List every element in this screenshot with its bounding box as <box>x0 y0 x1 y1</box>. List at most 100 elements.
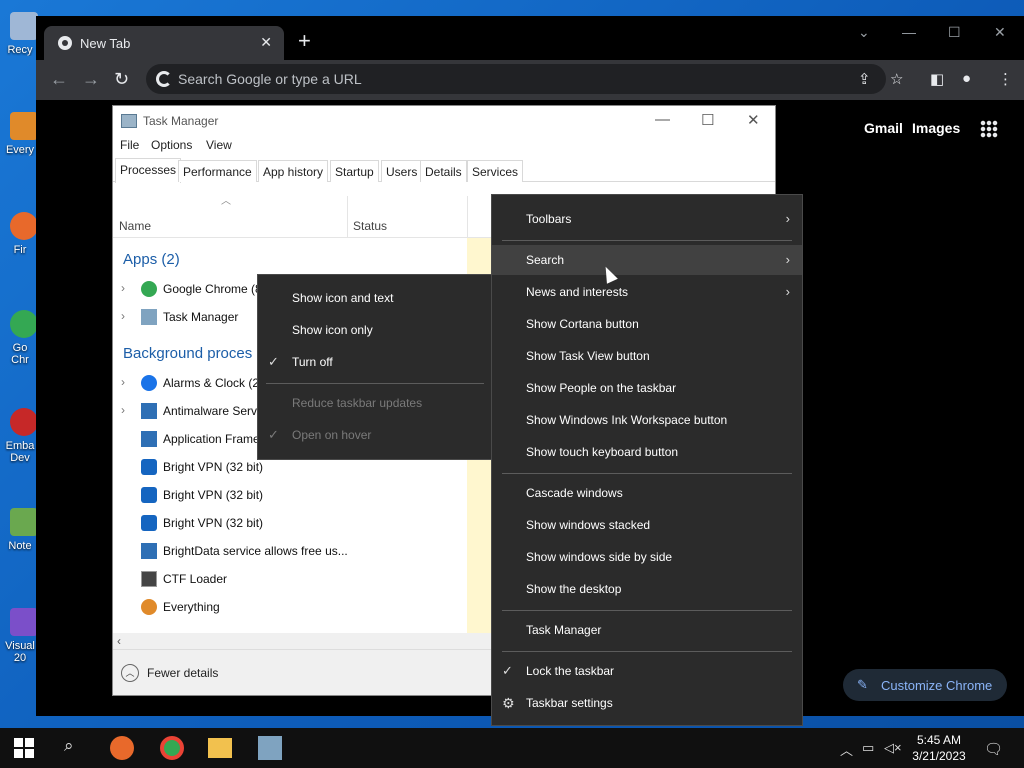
desktop-icon-notepad[interactable]: Note <box>0 508 40 552</box>
scroll-left-arrow-icon[interactable]: ‹ <box>117 634 121 648</box>
volume-muted-icon[interactable]: ◁× <box>884 740 902 756</box>
profile-icon[interactable]: ● <box>962 70 971 87</box>
chrome-tab-new-tab[interactable]: New Tab ✕ <box>44 26 284 60</box>
tab-performance[interactable]: Performance <box>178 160 257 182</box>
menu-item-show-the-desktop[interactable]: Show the desktop <box>492 574 802 604</box>
horizontal-scrollbar[interactable]: ‹ <box>113 633 493 649</box>
close-window-icon[interactable]: ✕ <box>747 111 760 129</box>
new-tab-plus-icon[interactable]: + <box>298 30 311 52</box>
chevron-up-circle-icon[interactable]: ︿ <box>121 664 139 682</box>
windows-start-icon[interactable] <box>14 738 34 758</box>
process-row-brightdata-service[interactable]: BrightData service allows free us... <box>113 537 467 565</box>
menu-item-show-cortana-button[interactable]: Show Cortana button <box>492 309 802 339</box>
desktop-icon-label: Visual 20 <box>5 640 35 664</box>
desktop-icon-embarcadero[interactable]: Emba Dev <box>0 408 40 464</box>
close-tab-icon[interactable]: ✕ <box>260 34 272 51</box>
desktop-icon-everything[interactable]: Every <box>0 112 40 156</box>
column-divider[interactable] <box>347 196 348 238</box>
firefox-icon[interactable] <box>110 736 134 760</box>
process-row-bright-vpn[interactable]: Bright VPN (32 bit) <box>113 509 467 537</box>
expand-chevron-icon[interactable]: › <box>121 375 125 389</box>
desktop-icon-recycle-bin[interactable]: Recy <box>0 12 40 56</box>
task-manager-icon[interactable] <box>258 736 282 760</box>
minimize-icon[interactable]: — <box>902 24 916 40</box>
omnibox[interactable]: Search Google or type a URL <box>146 64 886 94</box>
taskbar-clock[interactable]: 5:45 AM 3/21/2023 <box>905 732 973 764</box>
back-arrow-icon[interactable]: ← <box>50 69 68 90</box>
expand-chevron-icon[interactable]: › <box>121 281 125 295</box>
menu-item-lock-the-taskbar[interactable]: ✓ Lock the taskbar <box>492 656 802 686</box>
chrome-icon[interactable] <box>160 736 184 760</box>
menu-options[interactable]: Options <box>151 138 192 152</box>
search-icon[interactable]: ⌕ <box>64 736 74 756</box>
menu-item-task-manager[interactable]: Task Manager <box>492 615 802 645</box>
process-name: Task Manager <box>163 310 239 324</box>
process-row-ctf-loader[interactable]: CTF Loader <box>113 565 467 593</box>
desktop-icon-visual-studio[interactable]: Visual 20 <box>0 608 40 664</box>
menu-item-reduce-taskbar-updates: Reduce taskbar updates <box>258 388 492 418</box>
menu-item-label: Task Manager <box>526 623 602 637</box>
menu-item-taskbar-settings[interactable]: ⚙ Taskbar settings <box>492 688 802 718</box>
task-manager-titlebar[interactable]: Task Manager — ☐ ✕ <box>113 106 775 136</box>
tab-details[interactable]: Details <box>420 160 467 182</box>
menu-item-open-on-hover: ✓ Open on hover <box>258 420 492 450</box>
gmail-link[interactable]: Gmail <box>864 120 903 136</box>
gear-icon: ⚙ <box>502 695 515 711</box>
menu-item-show-icon-only[interactable]: Show icon only <box>258 315 492 345</box>
close-window-icon[interactable]: ✕ <box>994 24 1006 41</box>
file-explorer-icon[interactable] <box>208 738 232 758</box>
google-apps-grid-icon[interactable] <box>980 120 998 138</box>
process-row-bright-vpn[interactable]: Bright VPN (32 bit) <box>113 481 467 509</box>
network-icon[interactable]: ▭ <box>862 740 874 756</box>
forward-arrow-icon[interactable]: → <box>82 69 100 90</box>
column-status[interactable]: Status <box>353 219 387 233</box>
menu-item-label: News and interests <box>526 285 629 299</box>
google-g-icon <box>156 71 172 87</box>
process-row-everything[interactable]: Everything <box>113 593 467 621</box>
menu-item-show-people[interactable]: Show People on the taskbar <box>492 373 802 403</box>
share-icon[interactable]: ⇪ <box>858 70 871 88</box>
menu-item-show-task-view-button[interactable]: Show Task View button <box>492 341 802 371</box>
chevron-up-icon[interactable]: ︿ <box>840 740 853 759</box>
menu-view[interactable]: View <box>206 138 232 152</box>
customize-chrome-button[interactable]: ✎ Customize Chrome <box>843 669 1007 701</box>
menu-item-show-touch-keyboard[interactable]: Show touch keyboard button <box>492 437 802 467</box>
desktop-icon-google-chrome[interactable]: Go Chr <box>0 310 40 366</box>
fewer-details-button[interactable]: Fewer details <box>147 666 218 680</box>
notification-center-icon[interactable]: 🗨 <box>984 740 1003 758</box>
reload-icon[interactable]: ↻ <box>114 69 129 90</box>
group-header-apps: Apps (2) <box>123 251 180 268</box>
menu-item-show-windows-ink[interactable]: Show Windows Ink Workspace button <box>492 405 802 435</box>
tab-processes[interactable]: Processes <box>115 158 182 183</box>
images-link[interactable]: Images <box>912 120 960 136</box>
menu-item-search[interactable]: Search › <box>492 245 802 275</box>
tab-app-history[interactable]: App history <box>258 160 329 182</box>
tab-startup[interactable]: Startup <box>330 160 379 182</box>
menu-item-cascade-windows[interactable]: Cascade windows <box>492 478 802 508</box>
menu-item-show-icon-and-text[interactable]: Show icon and text <box>258 283 492 313</box>
tab-services[interactable]: Services <box>467 160 524 182</box>
menu-item-toolbars[interactable]: Toolbars › <box>492 204 802 234</box>
expand-chevron-icon[interactable]: › <box>121 309 125 323</box>
alarm-clock-icon <box>141 375 157 391</box>
expand-chevron-icon[interactable]: › <box>121 403 125 417</box>
column-divider[interactable] <box>467 196 468 238</box>
bookmark-star-icon[interactable]: ☆ <box>890 70 903 88</box>
menu-item-label: Show Task View button <box>526 349 650 363</box>
tab-users[interactable]: Users <box>381 160 423 182</box>
maximize-icon[interactable]: ☐ <box>701 111 714 129</box>
menu-item-news-and-interests[interactable]: News and interests › <box>492 277 802 307</box>
menu-item-show-windows-side-by-side[interactable]: Show windows side by side <box>492 542 802 572</box>
menu-file[interactable]: File <box>120 138 139 152</box>
menu-item-turn-off[interactable]: ✓ Turn off <box>258 347 492 377</box>
maximize-icon[interactable]: ☐ <box>948 24 961 41</box>
menu-item-show-windows-stacked[interactable]: Show windows stacked <box>492 510 802 540</box>
tab-search-chevron-icon[interactable]: ⌄ <box>858 24 870 41</box>
clock-time: 5:45 AM <box>916 733 962 747</box>
bright-vpn-icon <box>141 459 157 475</box>
side-panel-icon[interactable]: ◧ <box>930 70 944 88</box>
column-name[interactable]: Name <box>119 219 151 233</box>
desktop-icon-firefox[interactable]: Fir <box>0 212 40 256</box>
chrome-menu-kebab-icon[interactable]: ⋮ <box>998 70 1013 88</box>
minimize-icon[interactable]: — <box>655 111 670 128</box>
